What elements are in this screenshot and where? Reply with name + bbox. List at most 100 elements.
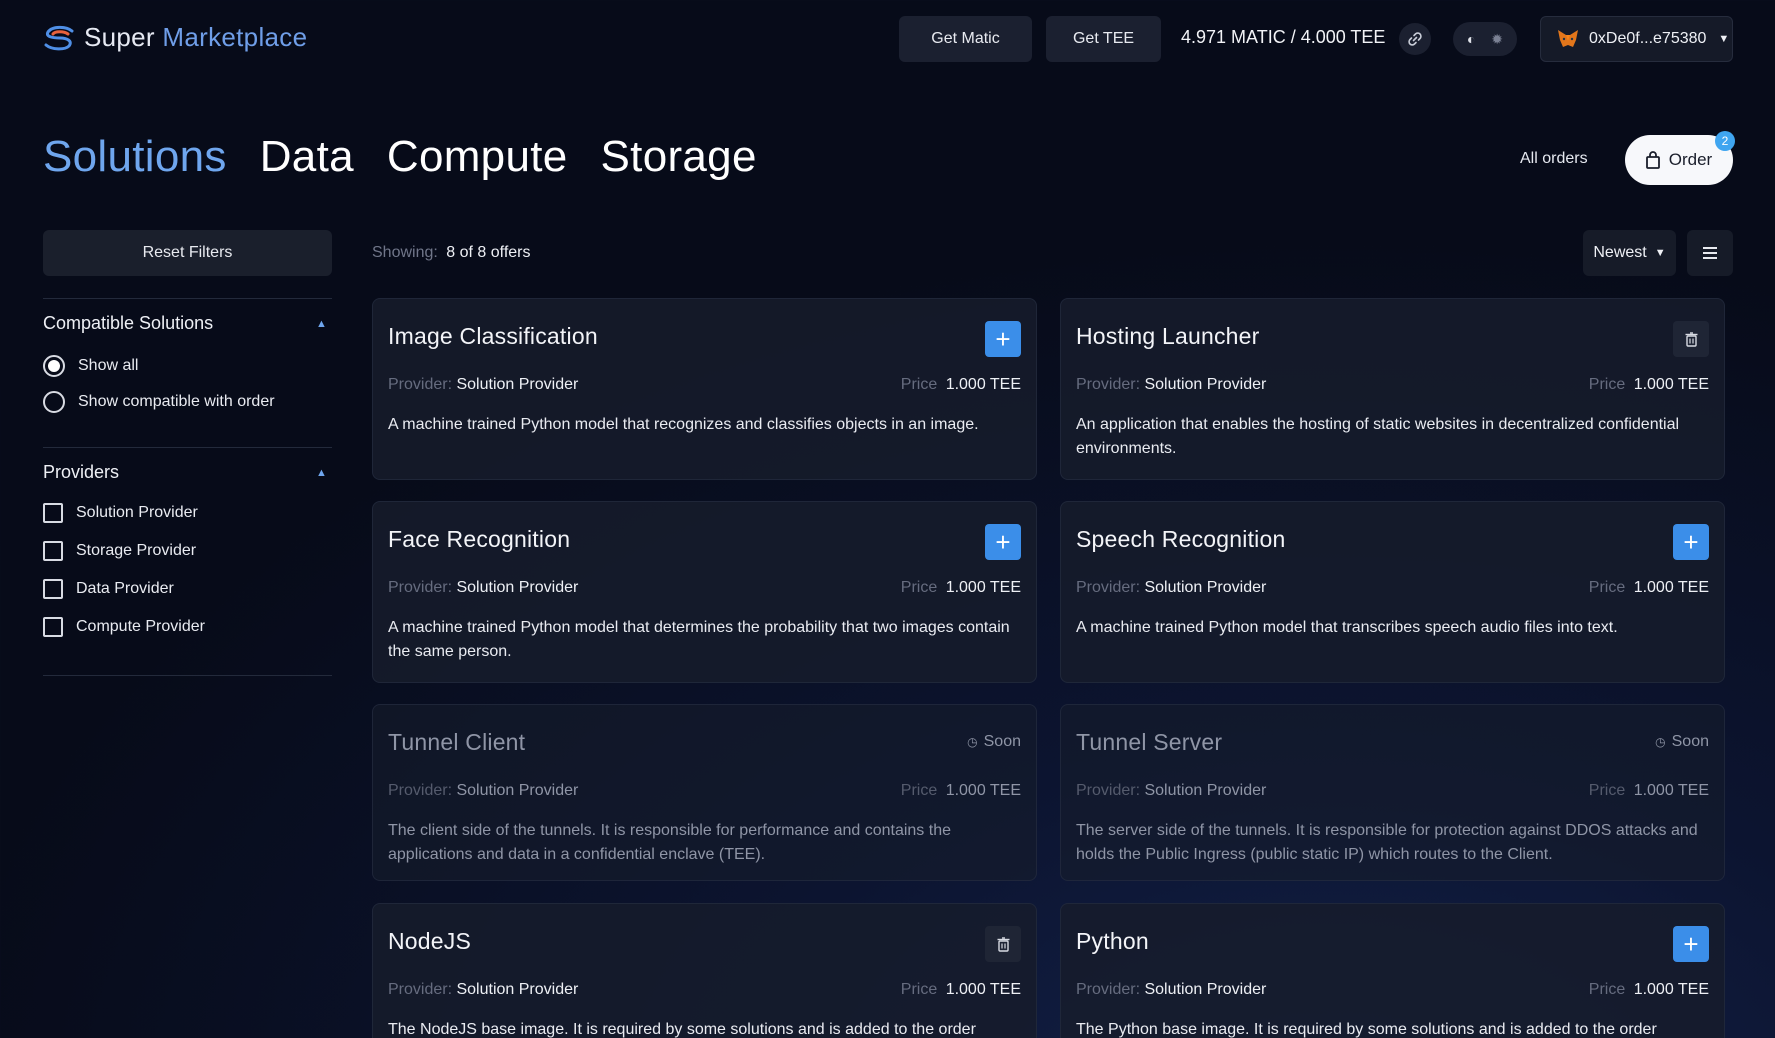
offer-title: Python (1076, 928, 1149, 954)
providers-title[interactable]: Providers (43, 462, 119, 483)
offer-card[interactable]: Speech Recognition + Provider: Solution … (1060, 501, 1725, 683)
price-value: 1.000 TEE (945, 579, 1021, 596)
sort-dropdown[interactable]: Newest ▼ (1583, 230, 1676, 276)
radio-button[interactable] (43, 355, 65, 377)
offer-title: Face Recognition (388, 526, 571, 552)
provider-label: Provider: (1076, 782, 1141, 799)
offer-card[interactable]: Hosting Launcher Provider: Solution Prov… (1060, 298, 1725, 480)
offer-price: Price 1.000 TEE (901, 981, 1021, 999)
offer-card[interactable]: Image Classification + Provider: Solutio… (372, 298, 1037, 480)
logo-super-text: Super (84, 22, 155, 52)
sun-icon: ✹ (1491, 30, 1504, 47)
tab-storage[interactable]: Storage (601, 132, 757, 182)
clock-icon: ◷ (967, 735, 978, 749)
price-value: 1.000 TEE (945, 981, 1021, 998)
theme-toggle[interactable]: ◐ ✹ (1453, 22, 1517, 56)
offer-title: Tunnel Server (1076, 729, 1223, 755)
get-matic-button[interactable]: Get Matic (899, 16, 1032, 62)
provider-label: Provider: (1076, 579, 1141, 596)
checkbox[interactable] (43, 617, 63, 637)
offer-title: Image Classification (388, 323, 598, 349)
offer-card[interactable]: Tunnel Server ◷ Soon Provider: Solution … (1060, 704, 1725, 881)
offer-title: NodeJS (388, 928, 472, 954)
moon-icon: ◐ (1466, 31, 1476, 47)
list-view-button[interactable] (1687, 230, 1733, 276)
provider-label: Provider: (388, 782, 453, 799)
offer-description: A machine trained Python model that reco… (388, 416, 979, 433)
plus-icon: + (995, 324, 1011, 354)
provider-label: Provider: (388, 981, 453, 998)
checkbox-solution-provider[interactable]: Solution Provider (43, 503, 198, 523)
offer-price: Price 1.000 TEE (901, 579, 1021, 597)
provider-label: Provider: (1076, 376, 1141, 393)
offer-price: Price 1.000 TEE (1589, 981, 1709, 999)
soon-label: Soon (1671, 733, 1709, 750)
compatible-solutions-title[interactable]: Compatible Solutions (43, 313, 213, 334)
sidebar-divider (43, 447, 332, 448)
offer-price: Price 1.000 TEE (1589, 579, 1709, 597)
offer-description: A machine trained Python model that dete… (388, 619, 1010, 660)
offer-price: Price 1.000 TEE (1589, 376, 1709, 394)
offer-provider: Provider: Solution Provider (388, 981, 578, 999)
offer-card[interactable]: Face Recognition + Provider: Solution Pr… (372, 501, 1037, 683)
all-orders-link[interactable]: All orders (1520, 150, 1588, 168)
balance-display: 4.971 MATIC / 4.000 TEE (1181, 27, 1386, 47)
remove-from-order-button[interactable] (1673, 321, 1709, 357)
offer-description: An application that enables the hosting … (1076, 416, 1680, 457)
collapse-arrow-icon[interactable]: ▲ (316, 318, 327, 330)
sidebar-divider (43, 298, 332, 299)
shopping-bag-icon (1645, 151, 1660, 169)
provider-label: Provider: (388, 579, 453, 596)
checkbox[interactable] (43, 541, 63, 561)
offer-card[interactable]: Tunnel Client ◷ Soon Provider: Solution … (372, 704, 1037, 881)
link-icon[interactable] (1399, 23, 1431, 55)
checkbox[interactable] (43, 579, 63, 599)
metamask-fox-icon (1558, 30, 1578, 47)
price-value: 1.000 TEE (1633, 782, 1709, 799)
price-label: Price (1588, 782, 1626, 799)
top-header: Super Marketplace Get Matic Get TEE 4.97… (0, 0, 1775, 78)
radio-show-all[interactable]: Show all (43, 355, 138, 377)
soon-badge: ◷ Soon (967, 733, 1021, 751)
offer-provider: Provider: Solution Provider (1076, 579, 1266, 597)
offer-card[interactable]: Python + Provider: Solution Provider Pri… (1060, 903, 1725, 1038)
add-to-order-button[interactable]: + (985, 321, 1021, 357)
checkbox-compute-provider[interactable]: Compute Provider (43, 617, 205, 637)
checkbox-label: Data Provider (76, 580, 174, 597)
tab-data[interactable]: Data (260, 132, 354, 182)
offer-provider: Provider: Solution Provider (1076, 782, 1266, 800)
menu-icon (1703, 247, 1717, 259)
wallet-dropdown[interactable]: 0xDe0f...e75380 ▼ (1540, 16, 1733, 62)
tab-compute[interactable]: Compute (387, 132, 568, 182)
provider-label: Provider: (388, 376, 453, 393)
provider-value: Solution Provider (456, 376, 579, 393)
logo-marketplace-text: Marketplace (162, 22, 308, 52)
reset-filters-button[interactable]: Reset Filters (43, 230, 332, 276)
logo[interactable]: Super Marketplace (42, 22, 307, 53)
collapse-arrow-icon[interactable]: ▲ (316, 467, 327, 479)
remove-from-order-button[interactable] (985, 926, 1021, 962)
add-to-order-button[interactable]: + (985, 524, 1021, 560)
checkbox-storage-provider[interactable]: Storage Provider (43, 541, 196, 561)
order-label: Order (1668, 150, 1713, 169)
provider-value: Solution Provider (1144, 981, 1267, 998)
provider-label: Provider: (1076, 981, 1141, 998)
radio-label: Show all (78, 357, 139, 374)
chain-link-icon (1408, 32, 1422, 46)
add-to-order-button[interactable]: + (1673, 524, 1709, 560)
radio-button[interactable] (43, 391, 65, 413)
offer-card[interactable]: NodeJS Provider: Solution Provider Price… (372, 903, 1037, 1038)
get-tee-button[interactable]: Get TEE (1046, 16, 1161, 62)
plus-icon: + (1683, 929, 1699, 959)
checkbox-data-provider[interactable]: Data Provider (43, 579, 174, 599)
provider-value: Solution Provider (1144, 376, 1267, 393)
radio-show-compatible[interactable]: Show compatible with order (43, 391, 275, 413)
checkbox[interactable] (43, 503, 63, 523)
provider-value: Solution Provider (456, 981, 579, 998)
price-value: 1.000 TEE (1633, 579, 1709, 596)
offer-description: A machine trained Python model that tran… (1076, 619, 1618, 636)
tab-solutions[interactable]: Solutions (43, 132, 227, 182)
add-to-order-button[interactable]: + (1673, 926, 1709, 962)
offer-provider: Provider: Solution Provider (1076, 981, 1266, 999)
offer-description: The client side of the tunnels. It is re… (388, 822, 951, 863)
